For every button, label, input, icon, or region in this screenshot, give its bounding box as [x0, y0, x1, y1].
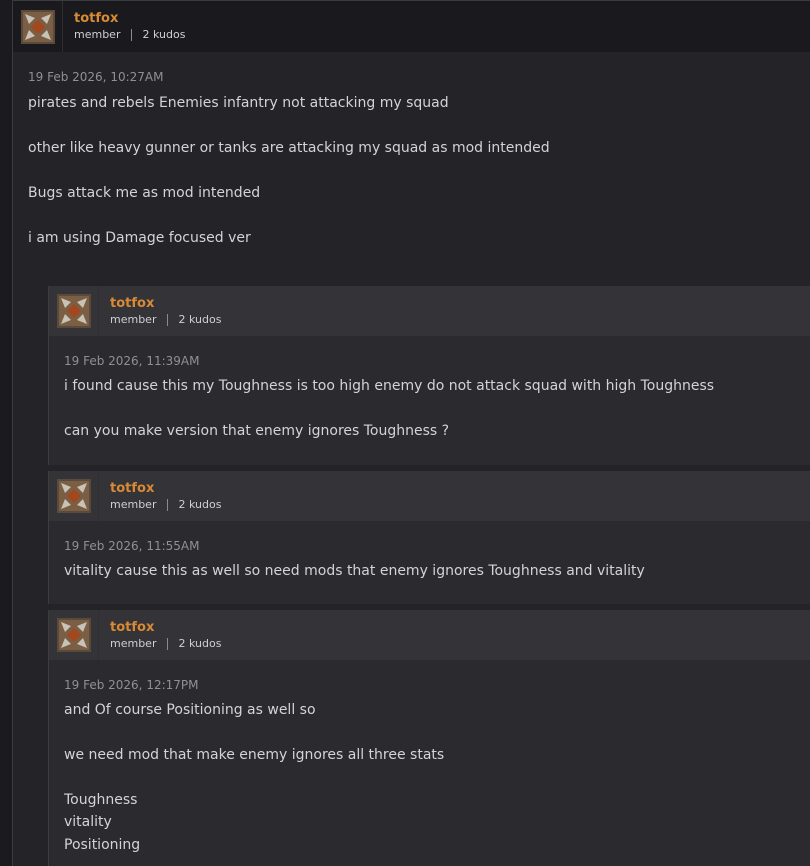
user-role: member — [110, 313, 157, 326]
reply-header: totfox member 2 kudos — [49, 286, 810, 336]
user-role: member — [74, 28, 121, 41]
reply-text-line: we need mod that make enemy ignores all … — [64, 747, 445, 763]
user-kudos: 2 kudos — [178, 498, 222, 511]
avatar[interactable] — [13, 1, 63, 52]
username-link[interactable]: totfox — [110, 481, 154, 496]
user-meta: member 2 kudos — [110, 498, 221, 511]
username-link[interactable]: totfox — [110, 620, 154, 635]
comment-thread: totfox member 2 kudos 19 Feb 2026, 10:27… — [12, 0, 810, 866]
reply-text-line: vitality cause this as well so need mods… — [64, 563, 645, 579]
avatar-icon — [56, 618, 91, 652]
meta-divider — [131, 28, 133, 41]
post-text-line: other like heavy gunner or tanks are att… — [28, 140, 550, 156]
username-link[interactable]: totfox — [110, 296, 154, 311]
avatar[interactable] — [49, 471, 99, 521]
user-kudos: 2 kudos — [178, 313, 222, 326]
avatar-icon — [56, 479, 91, 513]
user-meta: member 2 kudos — [74, 28, 185, 41]
user-role: member — [110, 498, 157, 511]
avatar-icon — [20, 9, 55, 44]
reply-header: totfox member 2 kudos — [49, 471, 810, 521]
post-text-line: i am using Damage focused ver — [28, 230, 251, 246]
reply-text-line: Toughness — [64, 792, 138, 808]
username-link[interactable]: totfox — [74, 11, 118, 26]
meta-divider — [167, 637, 169, 650]
reply-header: totfox member 2 kudos — [49, 610, 810, 660]
reply-date: 19 Feb 2026, 11:39AM — [64, 354, 200, 368]
meta-divider — [167, 498, 169, 511]
reply-text-line: and Of course Positioning as well so — [64, 702, 316, 718]
avatar-icon — [56, 294, 91, 328]
reply-date: 19 Feb 2026, 12:17PM — [64, 678, 199, 692]
reply-date: 19 Feb 2026, 11:55AM — [64, 539, 200, 553]
reply-comment: totfox member 2 kudos 19 Feb 2026, 11:55… — [48, 471, 810, 604]
user-role: member — [110, 637, 157, 650]
user-meta: member 2 kudos — [110, 313, 221, 326]
reply-text-line: i found cause this my Toughness is too h… — [64, 378, 715, 394]
reply-comment: totfox member 2 kudos 19 Feb 2026, 11:39… — [48, 286, 810, 465]
reply-comment: totfox member 2 kudos 19 Feb 2026, 12:17… — [48, 610, 810, 866]
user-kudos: 2 kudos — [142, 28, 186, 41]
post-date: 19 Feb 2026, 10:27AM — [28, 70, 164, 84]
avatar[interactable] — [49, 286, 99, 336]
user-meta: member 2 kudos — [110, 637, 221, 650]
reply-text-line: Positioning — [64, 837, 141, 853]
reply-text-line: can you make version that enemy ignores … — [64, 423, 450, 439]
reply-text-line: vitality — [64, 814, 112, 830]
post-text-line: Bugs attack me as mod intended — [28, 185, 261, 201]
post-header: totfox member 2 kudos — [13, 1, 810, 52]
meta-divider — [167, 313, 169, 326]
avatar[interactable] — [49, 610, 99, 660]
post-text-line: pirates and rebels Enemies infantry not … — [28, 95, 449, 111]
user-kudos: 2 kudos — [178, 637, 222, 650]
